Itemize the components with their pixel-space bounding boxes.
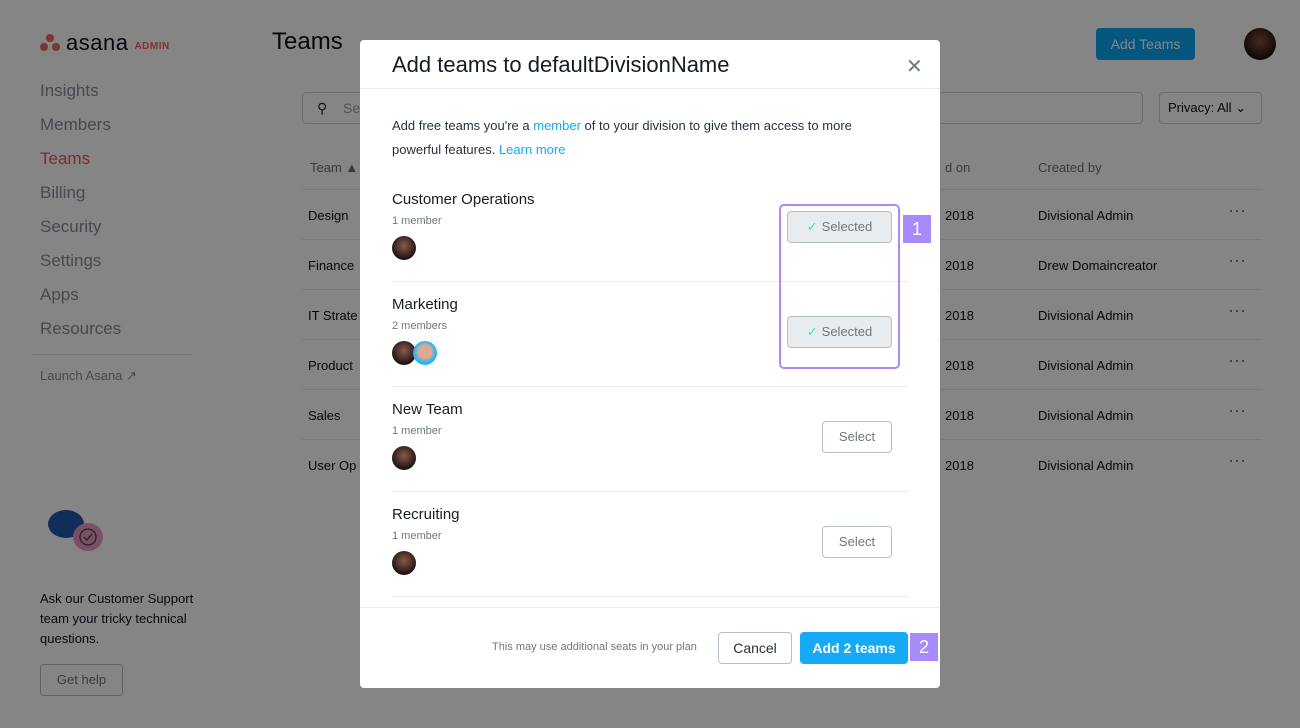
learn-more-link[interactable]: Learn more <box>499 142 565 157</box>
privacy-label: Privacy: All <box>1168 100 1232 115</box>
created-date: 2018 <box>945 308 974 323</box>
team-name[interactable]: User Op <box>308 458 356 473</box>
team-name[interactable]: Design <box>308 208 348 223</box>
team-header-label: Team <box>310 160 342 175</box>
sidebar-item-teams[interactable]: Teams <box>40 148 121 182</box>
more-options-icon[interactable]: ··· <box>1228 450 1246 471</box>
cancel-button[interactable]: Cancel <box>718 632 792 664</box>
more-options-icon[interactable]: ··· <box>1228 350 1246 371</box>
member-avatar <box>413 341 437 365</box>
privacy-dropdown[interactable]: Privacy: All ⌄ <box>1159 92 1262 124</box>
created-date: 2018 <box>945 358 974 373</box>
member-link[interactable]: member <box>533 118 581 133</box>
sidebar-divider <box>32 354 192 355</box>
team-name[interactable]: Finance <box>308 258 354 273</box>
sidebar-item-insights[interactable]: Insights <box>40 80 121 114</box>
created-date: 2018 <box>945 258 974 273</box>
support-chat-icon <box>48 510 103 551</box>
button-label: Select <box>838 534 876 549</box>
created-by: Divisional Admin <box>1038 208 1134 223</box>
team-name: Recruiting <box>392 506 460 523</box>
member-count: 1 member <box>392 530 442 542</box>
chevron-down-icon: ⌄ <box>1235 100 1247 115</box>
external-link-icon: ↗ <box>126 368 137 383</box>
sidebar-nav: Insights Members Teams Billing Security … <box>40 80 121 352</box>
team-list-item: New Team 1 member Select <box>392 387 908 492</box>
team-column-header[interactable]: Team ▲ <box>310 160 358 175</box>
member-avatar <box>392 236 416 260</box>
header-divider <box>360 88 940 89</box>
launch-asana-link[interactable]: Launch Asana ↗ <box>40 368 137 384</box>
seats-note: This may use additional seats in your pl… <box>492 641 697 653</box>
sort-ascending-icon: ▲ <box>345 160 359 175</box>
add-teams-button[interactable]: Add Teams <box>1096 28 1195 60</box>
logo-text: asana <box>66 30 129 55</box>
more-options-icon[interactable]: ··· <box>1228 200 1246 221</box>
created-date: 2018 <box>945 458 974 473</box>
more-options-icon[interactable]: ··· <box>1228 250 1246 271</box>
sidebar-item-security[interactable]: Security <box>40 216 121 250</box>
close-icon[interactable]: ✕ <box>906 54 923 79</box>
member-avatar <box>392 551 416 575</box>
admin-badge: ADMIN <box>134 40 170 52</box>
created-by-header[interactable]: Created by <box>1038 160 1102 175</box>
team-name[interactable]: Product <box>308 358 353 373</box>
created-date: 2018 <box>945 208 974 223</box>
asana-logo[interactable]: asana ADMIN <box>40 30 170 56</box>
sidebar-item-members[interactable]: Members <box>40 114 121 148</box>
more-options-icon[interactable]: ··· <box>1228 400 1246 421</box>
created-on-header[interactable]: d on <box>945 160 970 175</box>
search-icon: ⚲ <box>317 100 328 116</box>
created-by: Divisional Admin <box>1038 358 1134 373</box>
member-avatar <box>392 446 416 470</box>
footer-divider <box>360 607 940 608</box>
member-count: 1 member <box>392 425 442 437</box>
search-placeholder: Se <box>343 100 361 116</box>
sidebar-item-apps[interactable]: Apps <box>40 284 121 318</box>
get-help-button[interactable]: Get help <box>40 664 123 696</box>
team-name[interactable]: Sales <box>308 408 341 423</box>
sidebar-item-billing[interactable]: Billing <box>40 182 121 216</box>
team-name[interactable]: IT Strate <box>308 308 358 323</box>
page-title: Teams <box>272 28 343 55</box>
select-button[interactable]: Select <box>822 421 892 453</box>
modal-title: Add teams to defaultDivisionName <box>392 52 730 77</box>
sidebar-item-resources[interactable]: Resources <box>40 318 121 352</box>
user-avatar[interactable] <box>1244 28 1276 60</box>
annotation-badge-1: 1 <box>903 215 931 243</box>
team-list-item: Recruiting 1 member Select <box>392 492 908 597</box>
launch-label: Launch Asana <box>40 368 123 383</box>
member-count: 2 members <box>392 320 448 332</box>
created-by: Divisional Admin <box>1038 458 1134 473</box>
desc-text: Add free teams you're a <box>392 118 534 133</box>
team-name: Marketing <box>392 296 458 313</box>
annotation-highlight-box <box>779 204 900 369</box>
more-options-icon[interactable]: ··· <box>1228 300 1246 321</box>
add-teams-confirm-button[interactable]: Add 2 teams <box>800 632 908 664</box>
annotation-badge-2: 2 <box>910 633 938 661</box>
team-name: New Team <box>392 401 463 418</box>
select-button[interactable]: Select <box>822 526 892 558</box>
modal-description: Add free teams you're a member of to you… <box>392 114 902 162</box>
member-count: 1 member <box>392 215 442 227</box>
asana-dots-icon <box>40 34 60 52</box>
sidebar-item-settings[interactable]: Settings <box>40 250 121 284</box>
created-by: Divisional Admin <box>1038 408 1134 423</box>
support-text: Ask our Customer Support team your trick… <box>40 591 194 646</box>
created-date: 2018 <box>945 408 974 423</box>
created-by: Divisional Admin <box>1038 308 1134 323</box>
team-name: Customer Operations <box>392 191 535 208</box>
created-by: Drew Domaincreator <box>1038 258 1158 273</box>
button-label: Select <box>838 429 876 444</box>
